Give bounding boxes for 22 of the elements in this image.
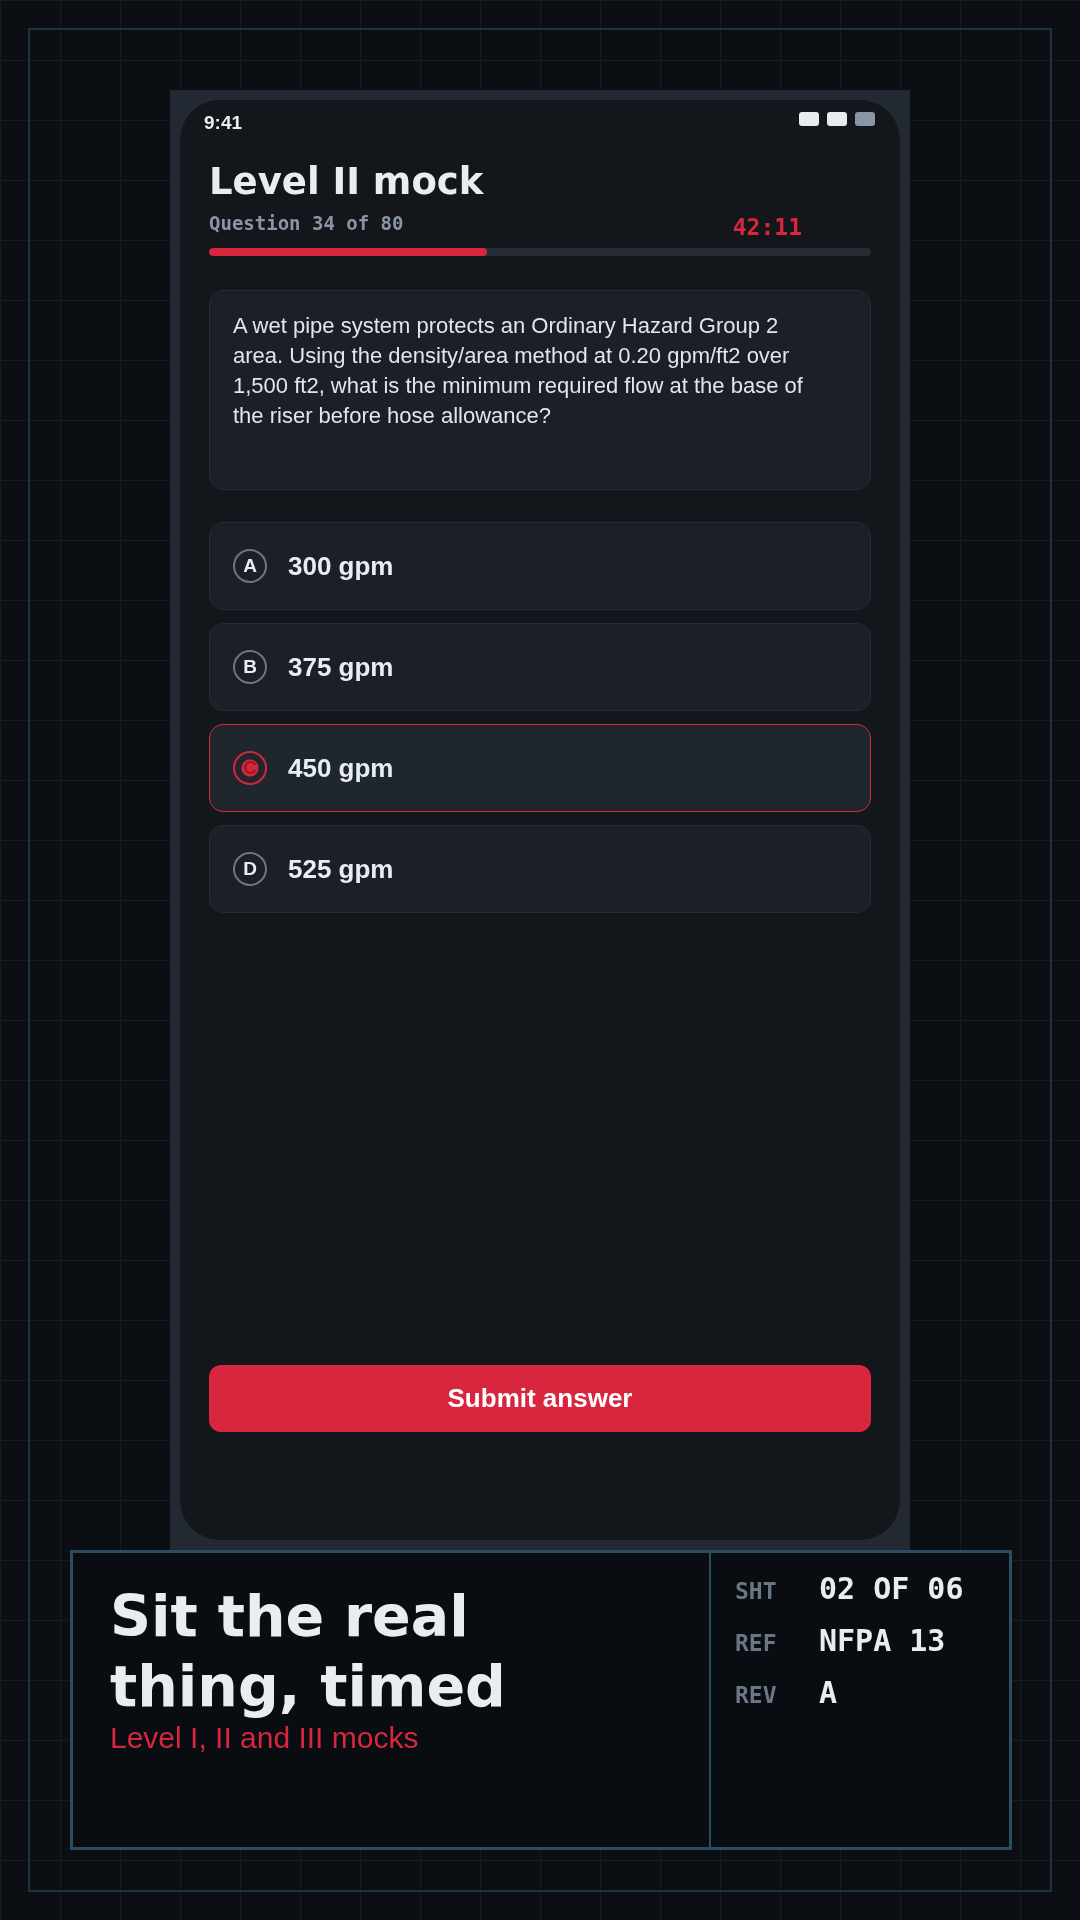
answer-option[interactable]: C 450 gpm [209, 724, 871, 812]
answer-option[interactable]: A 300 gpm [209, 522, 871, 610]
field-label: REF [735, 1630, 778, 1656]
field-value: 02 OF 06 [819, 1571, 964, 1606]
option-letter: B [233, 650, 267, 684]
field-label: SHT [735, 1578, 778, 1604]
question-counter: Question 34 of 80 [209, 212, 404, 234]
option-letter: A [233, 549, 267, 583]
field-value: NFPA 13 [819, 1623, 946, 1658]
tagline: Level I, II and III mocks [110, 1721, 420, 1755]
status-time: 9:41 [204, 112, 243, 134]
quiz-title: Level II mock [209, 159, 485, 205]
question-text: A wet pipe system protects an Ordinary Hazard Group 2 area. Using the density/area method at 0.20 gpm/ft2 over 1,500 ft2, what is the minimum required flow at the base of the riser before hose allowance? [209, 290, 871, 490]
option-letter: C [233, 751, 267, 785]
field-value: A [819, 1675, 838, 1710]
headline: Sit the real thing, timed [110, 1582, 507, 1721]
submit-button[interactable]: Submit answer [209, 1365, 871, 1432]
countdown-timer: 42:11 [732, 214, 802, 240]
option-letter: D [233, 852, 267, 886]
field-label: REV [735, 1682, 778, 1708]
answer-option[interactable]: D 525 gpm [209, 825, 871, 913]
answer-option[interactable]: B 375 gpm [209, 623, 871, 711]
